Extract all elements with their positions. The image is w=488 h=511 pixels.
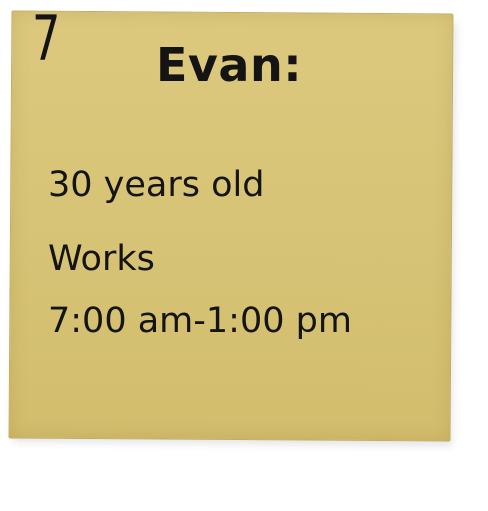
note-number: 7 — [32, 2, 61, 75]
work-hours: 7:00 am-1:00 pm — [48, 301, 352, 341]
age-text: 30 years old — [48, 165, 265, 205]
works-label: Works — [48, 239, 155, 279]
person-name: Evan: — [156, 38, 303, 92]
